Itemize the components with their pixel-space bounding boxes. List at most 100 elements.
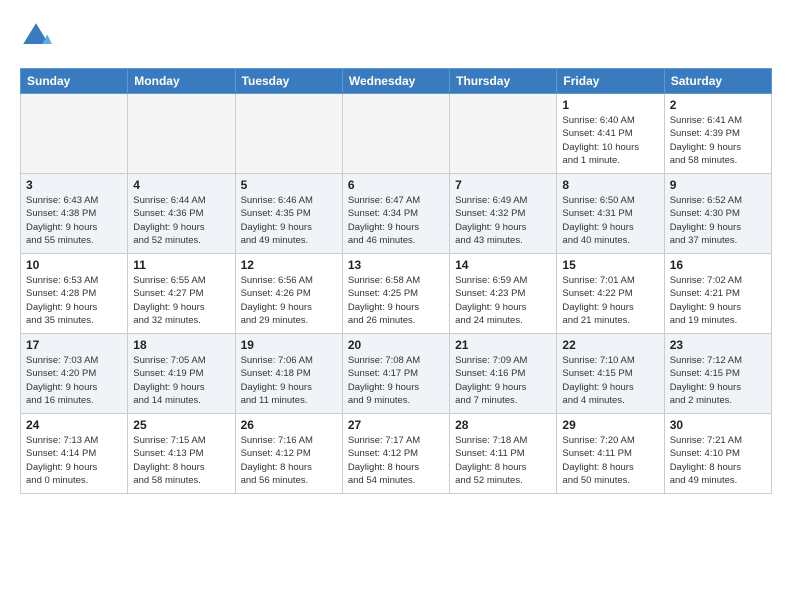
day-number: 13 bbox=[348, 258, 444, 272]
week-row-1: 3 Sunrise: 6:43 AM Sunset: 4:38 PM Daylig… bbox=[21, 174, 772, 254]
calendar-cell: 15 Sunrise: 7:01 AM Sunset: 4:22 PM Dayli… bbox=[557, 254, 664, 334]
calendar-cell: 27 Sunrise: 7:17 AM Sunset: 4:12 PM Dayli… bbox=[342, 414, 449, 494]
day-info: Sunrise: 7:05 AM Sunset: 4:19 PM Dayligh… bbox=[133, 354, 229, 407]
calendar-cell bbox=[128, 94, 235, 174]
header-cell-thursday: Thursday bbox=[450, 69, 557, 94]
day-number: 19 bbox=[241, 338, 337, 352]
calendar-cell: 12 Sunrise: 6:56 AM Sunset: 4:26 PM Dayli… bbox=[235, 254, 342, 334]
day-number: 27 bbox=[348, 418, 444, 432]
day-number: 5 bbox=[241, 178, 337, 192]
calendar-cell: 9Sunrise: 6:52 AM Sunset: 4:30 PM Daylig… bbox=[664, 174, 771, 254]
calendar-cell: 4 Sunrise: 6:44 AM Sunset: 4:36 PM Daylig… bbox=[128, 174, 235, 254]
day-info: Sunrise: 6:47 AM Sunset: 4:34 PM Dayligh… bbox=[348, 194, 444, 247]
calendar-cell: 5 Sunrise: 6:46 AM Sunset: 4:35 PM Daylig… bbox=[235, 174, 342, 254]
day-info: Sunrise: 6:55 AM Sunset: 4:27 PM Dayligh… bbox=[133, 274, 229, 327]
calendar-cell bbox=[235, 94, 342, 174]
day-number: 30 bbox=[670, 418, 766, 432]
calendar-cell: 26Sunrise: 7:16 AM Sunset: 4:12 PM Dayli… bbox=[235, 414, 342, 494]
day-number: 10 bbox=[26, 258, 122, 272]
calendar-cell bbox=[450, 94, 557, 174]
day-number: 17 bbox=[26, 338, 122, 352]
calendar-cell: 24 Sunrise: 7:13 AM Sunset: 4:14 PM Dayli… bbox=[21, 414, 128, 494]
calendar-cell: 30 Sunrise: 7:21 AM Sunset: 4:10 PM Dayli… bbox=[664, 414, 771, 494]
day-number: 26 bbox=[241, 418, 337, 432]
calendar-cell bbox=[21, 94, 128, 174]
day-info: Sunrise: 6:50 AM Sunset: 4:31 PM Dayligh… bbox=[562, 194, 658, 247]
calendar-cell: 28Sunrise: 7:18 AM Sunset: 4:11 PM Dayli… bbox=[450, 414, 557, 494]
day-info: Sunrise: 7:03 AM Sunset: 4:20 PM Dayligh… bbox=[26, 354, 122, 407]
week-row-3: 17 Sunrise: 7:03 AM Sunset: 4:20 PM Dayli… bbox=[21, 334, 772, 414]
day-info: Sunrise: 6:56 AM Sunset: 4:26 PM Dayligh… bbox=[241, 274, 337, 327]
day-info: Sunrise: 7:01 AM Sunset: 4:22 PM Dayligh… bbox=[562, 274, 658, 327]
day-info: Sunrise: 6:43 AM Sunset: 4:38 PM Dayligh… bbox=[26, 194, 122, 247]
calendar-cell: 25 Sunrise: 7:15 AM Sunset: 4:13 PM Dayli… bbox=[128, 414, 235, 494]
day-number: 11 bbox=[133, 258, 229, 272]
day-info: Sunrise: 6:44 AM Sunset: 4:36 PM Dayligh… bbox=[133, 194, 229, 247]
day-number: 24 bbox=[26, 418, 122, 432]
header-cell-monday: Monday bbox=[128, 69, 235, 94]
calendar-cell: 8 Sunrise: 6:50 AM Sunset: 4:31 PM Daylig… bbox=[557, 174, 664, 254]
day-info: Sunrise: 6:41 AM Sunset: 4:39 PM Dayligh… bbox=[670, 114, 766, 167]
calendar-cell: 22 Sunrise: 7:10 AM Sunset: 4:15 PM Dayli… bbox=[557, 334, 664, 414]
day-info: Sunrise: 7:15 AM Sunset: 4:13 PM Dayligh… bbox=[133, 434, 229, 487]
calendar-cell: 11 Sunrise: 6:55 AM Sunset: 4:27 PM Dayli… bbox=[128, 254, 235, 334]
day-number: 1 bbox=[562, 98, 658, 112]
day-number: 23 bbox=[670, 338, 766, 352]
logo bbox=[20, 20, 56, 52]
calendar-cell: 3 Sunrise: 6:43 AM Sunset: 4:38 PM Daylig… bbox=[21, 174, 128, 254]
header-cell-friday: Friday bbox=[557, 69, 664, 94]
day-info: Sunrise: 6:46 AM Sunset: 4:35 PM Dayligh… bbox=[241, 194, 337, 247]
header-cell-wednesday: Wednesday bbox=[342, 69, 449, 94]
calendar-cell: 20Sunrise: 7:08 AM Sunset: 4:17 PM Dayli… bbox=[342, 334, 449, 414]
day-number: 4 bbox=[133, 178, 229, 192]
day-number: 28 bbox=[455, 418, 551, 432]
header-cell-saturday: Saturday bbox=[664, 69, 771, 94]
calendar-cell: 23 Sunrise: 7:12 AM Sunset: 4:15 PM Dayli… bbox=[664, 334, 771, 414]
calendar-cell bbox=[342, 94, 449, 174]
day-number: 15 bbox=[562, 258, 658, 272]
day-number: 16 bbox=[670, 258, 766, 272]
day-info: Sunrise: 7:02 AM Sunset: 4:21 PM Dayligh… bbox=[670, 274, 766, 327]
header-cell-tuesday: Tuesday bbox=[235, 69, 342, 94]
day-number: 21 bbox=[455, 338, 551, 352]
calendar-cell: 13 Sunrise: 6:58 AM Sunset: 4:25 PM Dayli… bbox=[342, 254, 449, 334]
day-info: Sunrise: 6:53 AM Sunset: 4:28 PM Dayligh… bbox=[26, 274, 122, 327]
day-number: 9 bbox=[670, 178, 766, 192]
calendar-header: SundayMondayTuesdayWednesdayThursdayFrid… bbox=[21, 69, 772, 94]
calendar-cell: 16 Sunrise: 7:02 AM Sunset: 4:21 PM Dayli… bbox=[664, 254, 771, 334]
calendar-cell: 7Sunrise: 6:49 AM Sunset: 4:32 PM Daylig… bbox=[450, 174, 557, 254]
day-info: Sunrise: 6:40 AM Sunset: 4:41 PM Dayligh… bbox=[562, 114, 658, 167]
day-info: Sunrise: 7:17 AM Sunset: 4:12 PM Dayligh… bbox=[348, 434, 444, 487]
header-row: SundayMondayTuesdayWednesdayThursdayFrid… bbox=[21, 69, 772, 94]
week-row-2: 10 Sunrise: 6:53 AM Sunset: 4:28 PM Dayli… bbox=[21, 254, 772, 334]
day-number: 6 bbox=[348, 178, 444, 192]
day-number: 25 bbox=[133, 418, 229, 432]
day-info: Sunrise: 7:10 AM Sunset: 4:15 PM Dayligh… bbox=[562, 354, 658, 407]
day-number: 12 bbox=[241, 258, 337, 272]
calendar-cell: 14 Sunrise: 6:59 AM Sunset: 4:23 PM Dayli… bbox=[450, 254, 557, 334]
day-info: Sunrise: 7:09 AM Sunset: 4:16 PM Dayligh… bbox=[455, 354, 551, 407]
calendar-cell: 19 Sunrise: 7:06 AM Sunset: 4:18 PM Dayli… bbox=[235, 334, 342, 414]
day-number: 8 bbox=[562, 178, 658, 192]
day-number: 2 bbox=[670, 98, 766, 112]
day-info: Sunrise: 6:59 AM Sunset: 4:23 PM Dayligh… bbox=[455, 274, 551, 327]
day-info: Sunrise: 7:20 AM Sunset: 4:11 PM Dayligh… bbox=[562, 434, 658, 487]
day-info: Sunrise: 7:13 AM Sunset: 4:14 PM Dayligh… bbox=[26, 434, 122, 487]
day-info: Sunrise: 7:06 AM Sunset: 4:18 PM Dayligh… bbox=[241, 354, 337, 407]
day-info: Sunrise: 7:08 AM Sunset: 4:17 PM Dayligh… bbox=[348, 354, 444, 407]
page: SundayMondayTuesdayWednesdayThursdayFrid… bbox=[0, 0, 792, 504]
day-info: Sunrise: 7:12 AM Sunset: 4:15 PM Dayligh… bbox=[670, 354, 766, 407]
day-number: 7 bbox=[455, 178, 551, 192]
day-number: 22 bbox=[562, 338, 658, 352]
calendar-cell: 6 Sunrise: 6:47 AM Sunset: 4:34 PM Daylig… bbox=[342, 174, 449, 254]
day-number: 3 bbox=[26, 178, 122, 192]
calendar-cell: 1 Sunrise: 6:40 AM Sunset: 4:41 PM Daylig… bbox=[557, 94, 664, 174]
header-cell-sunday: Sunday bbox=[21, 69, 128, 94]
day-info: Sunrise: 7:21 AM Sunset: 4:10 PM Dayligh… bbox=[670, 434, 766, 487]
day-number: 14 bbox=[455, 258, 551, 272]
day-info: Sunrise: 6:58 AM Sunset: 4:25 PM Dayligh… bbox=[348, 274, 444, 327]
calendar-cell: 18 Sunrise: 7:05 AM Sunset: 4:19 PM Dayli… bbox=[128, 334, 235, 414]
day-number: 18 bbox=[133, 338, 229, 352]
calendar-cell: 17 Sunrise: 7:03 AM Sunset: 4:20 PM Dayli… bbox=[21, 334, 128, 414]
calendar-cell: 2 Sunrise: 6:41 AM Sunset: 4:39 PM Daylig… bbox=[664, 94, 771, 174]
